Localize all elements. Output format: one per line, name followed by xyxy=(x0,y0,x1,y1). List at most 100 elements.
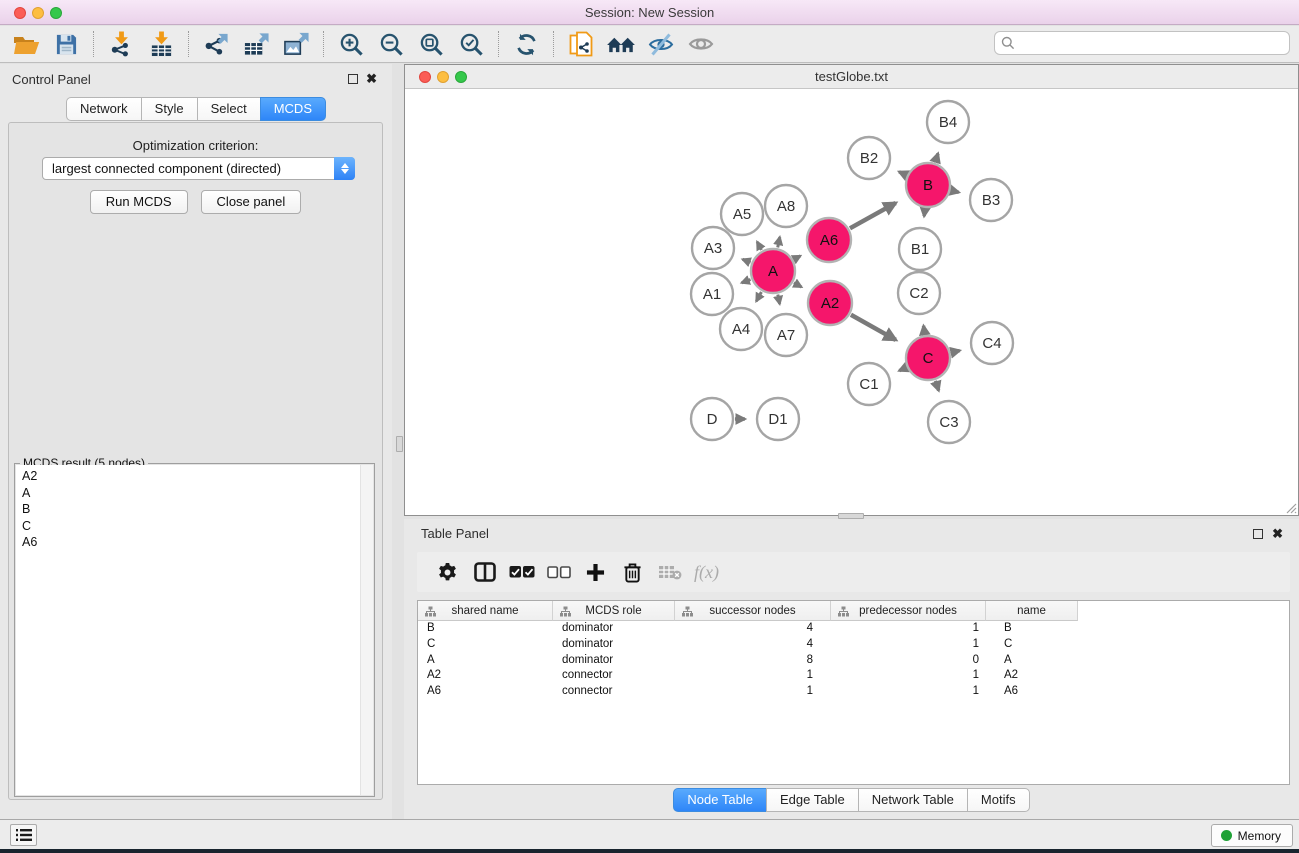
table-cell[interactable]: A xyxy=(986,653,1078,669)
table-cell[interactable]: 8 xyxy=(675,653,831,669)
table-tab-network-table[interactable]: Network Table xyxy=(858,788,968,812)
select-all-rows-button[interactable] xyxy=(503,555,540,589)
table-cell[interactable]: dominator xyxy=(553,637,675,653)
node-C4[interactable]: C4 xyxy=(971,322,1013,364)
close-panel-icon[interactable]: ✖ xyxy=(366,72,377,86)
preferred-layout-button[interactable] xyxy=(601,28,641,60)
table-cell[interactable]: connector xyxy=(553,668,675,684)
save-session-button[interactable] xyxy=(46,28,86,60)
edge-C-C2[interactable] xyxy=(924,326,925,334)
show-panels-button[interactable] xyxy=(10,824,37,846)
node-B4[interactable]: B4 xyxy=(927,101,969,143)
edge-A-A3[interactable] xyxy=(743,259,751,262)
vertical-splitter-handle[interactable] xyxy=(396,436,403,452)
table-cell[interactable]: connector xyxy=(553,684,675,700)
node-A[interactable]: A xyxy=(751,249,795,293)
column-header-successor-nodes[interactable]: successor nodes xyxy=(675,601,831,621)
edge-A-A4[interactable] xyxy=(756,292,761,301)
criterion-dropdown[interactable]: largest connected component (directed) xyxy=(42,157,355,180)
table-float-icon[interactable] xyxy=(1253,529,1263,539)
deselect-all-rows-button[interactable] xyxy=(540,555,577,589)
edge-A-A5[interactable] xyxy=(757,242,761,250)
node-D1[interactable]: D1 xyxy=(757,398,799,440)
refresh-button[interactable] xyxy=(506,28,546,60)
edge-A-A1[interactable] xyxy=(742,279,751,282)
edge-C-C4[interactable] xyxy=(951,351,959,353)
table-cell[interactable]: 1 xyxy=(831,637,986,653)
import-table-button[interactable] xyxy=(141,28,181,60)
table-row[interactable]: Bdominator41B xyxy=(418,621,1289,637)
column-header-predecessor-nodes[interactable]: predecessor nodes xyxy=(831,601,986,621)
node-A3[interactable]: A3 xyxy=(692,227,734,269)
export-table-button[interactable] xyxy=(236,28,276,60)
column-header-MCDS-role[interactable]: MCDS role xyxy=(553,601,675,621)
edge-B-B2[interactable] xyxy=(899,172,906,175)
table-row[interactable]: Cdominator41C xyxy=(418,637,1289,653)
table-cell[interactable]: C xyxy=(418,637,553,653)
node-A6[interactable]: A6 xyxy=(807,218,851,262)
node-A1[interactable]: A1 xyxy=(691,273,733,315)
export-network-button[interactable] xyxy=(196,28,236,60)
float-panel-icon[interactable] xyxy=(348,74,358,84)
node-B[interactable]: B xyxy=(906,163,950,207)
table-row[interactable]: Adominator80A xyxy=(418,653,1289,669)
column-visibility-button[interactable] xyxy=(466,555,503,589)
run-mcds-button[interactable]: Run MCDS xyxy=(90,190,188,214)
tab-mcds[interactable]: MCDS xyxy=(260,97,326,121)
table-close-icon[interactable]: ✖ xyxy=(1272,527,1283,541)
create-column-button[interactable] xyxy=(577,555,614,589)
delete-column-button[interactable] xyxy=(614,555,651,589)
table-cell[interactable]: A xyxy=(418,653,553,669)
column-header-name[interactable]: name xyxy=(986,601,1078,621)
edge-B-B4[interactable] xyxy=(935,154,938,163)
show-graphics-details-button[interactable] xyxy=(641,28,681,60)
node-B1[interactable]: B1 xyxy=(899,228,941,270)
node-C2[interactable]: C2 xyxy=(898,272,940,314)
edge-A-A8[interactable] xyxy=(778,237,780,247)
result-item[interactable]: A xyxy=(22,485,373,502)
table-settings-button[interactable] xyxy=(429,555,466,589)
table-cell[interactable]: 4 xyxy=(675,637,831,653)
table-cell[interactable]: dominator xyxy=(553,653,675,669)
edge-A-A2[interactable] xyxy=(794,283,802,287)
column-header-shared-name[interactable]: shared name xyxy=(418,601,553,621)
edge-A-A7[interactable] xyxy=(778,295,780,304)
table-cell[interactable]: B xyxy=(986,621,1078,637)
zoom-in-button[interactable] xyxy=(331,28,371,60)
zoom-selected-button[interactable] xyxy=(451,28,491,60)
edge-A6-B[interactable] xyxy=(850,203,896,228)
table-cell[interactable]: 1 xyxy=(831,621,986,637)
table-cell[interactable]: 1 xyxy=(675,668,831,684)
table-cell[interactable]: B xyxy=(418,621,553,637)
memory-button[interactable]: Memory xyxy=(1211,824,1293,847)
edge-C-C3[interactable] xyxy=(935,381,938,391)
tab-select[interactable]: Select xyxy=(197,97,261,121)
node-B3[interactable]: B3 xyxy=(970,179,1012,221)
export-image-button[interactable] xyxy=(276,28,316,60)
table-cell[interactable]: 0 xyxy=(831,653,986,669)
node-A4[interactable]: A4 xyxy=(720,308,762,350)
node-D[interactable]: D xyxy=(691,398,733,440)
table-cell[interactable]: 4 xyxy=(675,621,831,637)
node-A7[interactable]: A7 xyxy=(765,314,807,356)
table-cell[interactable]: 1 xyxy=(831,684,986,700)
result-item[interactable]: C xyxy=(22,518,373,535)
tab-style[interactable]: Style xyxy=(141,97,198,121)
edge-B-B1[interactable] xyxy=(924,209,925,216)
close-panel-button[interactable]: Close panel xyxy=(201,190,302,214)
table-cell[interactable]: C xyxy=(986,637,1078,653)
table-tab-edge-table[interactable]: Edge Table xyxy=(766,788,859,812)
node-B2[interactable]: B2 xyxy=(848,137,890,179)
resize-grip-icon[interactable] xyxy=(1284,501,1297,514)
edge-A-A6[interactable] xyxy=(794,256,800,260)
edge-C-C1[interactable] xyxy=(899,368,906,371)
table-row[interactable]: A2connector11A2 xyxy=(418,668,1289,684)
hide-graphics-details-button[interactable] xyxy=(681,28,721,60)
table-tab-node-table[interactable]: Node Table xyxy=(673,788,767,812)
node-C1[interactable]: C1 xyxy=(848,363,890,405)
table-cell[interactable]: A6 xyxy=(986,684,1078,700)
network-canvas[interactable]: B4B2BB3A5A8A6A3B1AA1C2A2A4A7C4CC1C3DD1 xyxy=(405,90,1298,515)
node-C3[interactable]: C3 xyxy=(928,401,970,443)
table-cell[interactable]: 1 xyxy=(831,668,986,684)
node-A2[interactable]: A2 xyxy=(808,281,852,325)
